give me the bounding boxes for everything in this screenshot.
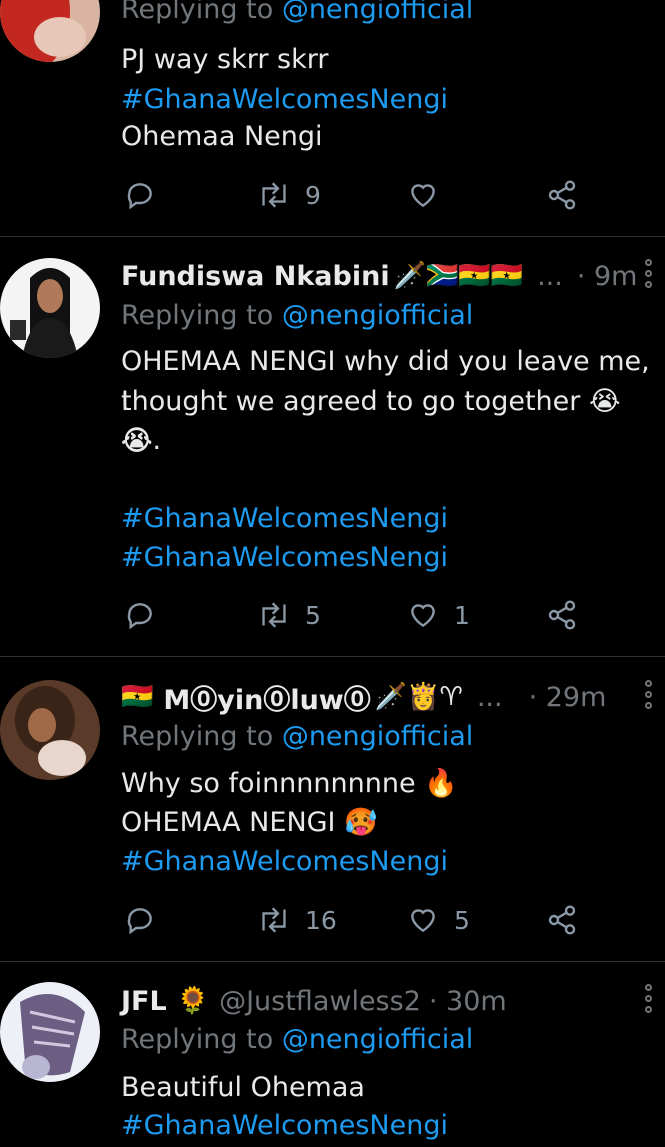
tweet-header: JFL 🌻 @Justflawless2 · 30m (121, 983, 646, 1019)
tweet-header: Fundiswa Nkabini 🗡️🇿🇦🇬🇭🇬🇭 ... · 9m (121, 258, 646, 294)
hashtag-link[interactable]: #GhanaWelcomesNengi (121, 1106, 651, 1146)
share-icon (548, 905, 576, 935)
divider (0, 961, 665, 962)
replying-to: Replying to @nengiofficial (121, 721, 474, 752)
hashtag-link[interactable]: #GhanaWelcomesNengi (121, 842, 651, 882)
display-name[interactable]: M⓪yin⓪luw⓪ (163, 678, 370, 717)
reply-button[interactable] (124, 175, 156, 215)
mention-link[interactable]: @nengiofficial (282, 1024, 474, 1055)
display-name[interactable]: Fundiswa Nkabini (121, 261, 390, 292)
handle-ellipsis: ... (476, 681, 503, 713)
tweet-text-line: Why so foinnnnnnnne 🔥 (121, 768, 458, 799)
avatar[interactable] (0, 680, 100, 780)
avatar[interactable] (0, 0, 100, 62)
tweet-actions: 16 5 (121, 900, 591, 940)
reply-icon (127, 183, 152, 210)
hashtag-link[interactable]: #GhanaWelcomesNengi (121, 538, 651, 578)
display-name[interactable]: JFL (121, 986, 167, 1017)
retweet-button[interactable]: 16 (257, 900, 337, 940)
share-button[interactable] (546, 175, 578, 215)
hashtag-link[interactable]: #GhanaWelcomesNengi (121, 499, 651, 539)
divider (0, 656, 665, 657)
timestamp[interactable]: · 30m (429, 986, 507, 1017)
replying-to: Replying to @nengiofficial (121, 1024, 474, 1055)
share-icon (548, 180, 576, 210)
mention-link[interactable]: @nengiofficial (282, 300, 474, 331)
share-icon (548, 600, 576, 630)
retweet-icon (262, 182, 286, 208)
divider (0, 236, 665, 237)
tweet-text-line: Beautiful Ohemaa (121, 1072, 365, 1103)
mention-link[interactable]: @nengiofficial (282, 721, 474, 752)
tweet-text: PJ way skrr skrr #GhanaWelcomesNengi (121, 44, 448, 115)
tweet-actions: 5 1 (121, 595, 591, 635)
share-button[interactable] (546, 595, 578, 635)
reply-button[interactable] (124, 595, 156, 635)
heart-icon (411, 184, 435, 208)
reply-icon (127, 603, 152, 630)
replying-to: Replying to @nengiofficial (121, 300, 474, 331)
timestamp[interactable]: · 29m (529, 682, 607, 713)
name-emojis: 🗡️🇿🇦🇬🇭🇬🇭 (393, 261, 524, 291)
flag-emoji: 🇬🇭 (121, 682, 154, 712)
timestamp[interactable]: · 9m (577, 261, 638, 292)
reply-icon (127, 908, 152, 935)
retweet-icon (262, 602, 286, 628)
more-options-icon[interactable] (643, 984, 653, 1013)
more-options-icon[interactable] (643, 259, 653, 288)
tweet-actions: 9 (121, 175, 591, 215)
like-button[interactable]: 1 (406, 595, 470, 635)
reply-button[interactable] (124, 900, 156, 940)
name-emojis: 🗡️👸♈ (374, 682, 463, 712)
retweet-icon (262, 907, 286, 933)
mention-link[interactable]: @nengiofficial (282, 0, 474, 25)
tweet-text-line: 😭. (121, 425, 162, 456)
like-button[interactable] (406, 175, 440, 215)
tweet-header: 🇬🇭 M⓪yin⓪luw⓪ 🗡️👸♈ ... · 29m (121, 678, 646, 717)
heart-icon (411, 909, 435, 933)
like-button[interactable]: 5 (406, 900, 470, 940)
more-options-icon[interactable] (643, 680, 653, 709)
name-emojis: 🌻 (176, 986, 210, 1016)
replying-to: Replying to @nengiofficial (121, 0, 473, 25)
retweet-button[interactable]: 5 (257, 595, 321, 635)
avatar[interactable] (0, 982, 100, 1082)
heart-icon (411, 604, 435, 628)
hashtag-link[interactable]: #GhanaWelcomesNengi (121, 84, 448, 115)
share-button[interactable] (546, 900, 578, 940)
avatar[interactable] (0, 258, 100, 358)
tweet-text-line: OHEMAA NENGI 🥵 (121, 807, 378, 838)
retweet-button[interactable]: 9 (257, 175, 321, 215)
handle[interactable]: @Justflawless2 (219, 986, 421, 1017)
tweet-text-line: Ohemaa Nengi (121, 121, 323, 152)
handle-ellipsis: ... (537, 260, 563, 292)
